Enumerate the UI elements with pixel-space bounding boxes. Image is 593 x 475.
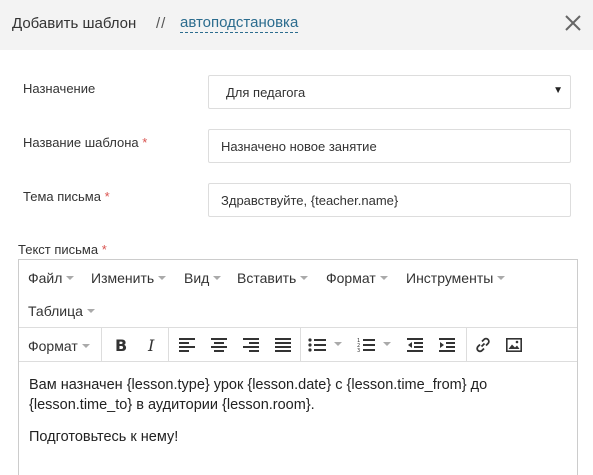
editor-menubar-row2: Таблица (19, 294, 577, 328)
image-icon (506, 338, 522, 352)
outdent-button[interactable] (402, 334, 428, 356)
content-paragraph: Вам назначен {lesson.type} урок {lesson.… (29, 377, 488, 413)
align-justify-button[interactable] (270, 334, 296, 356)
align-center-button[interactable] (206, 334, 232, 356)
autosubstitution-link[interactable]: автоподстановка (180, 14, 299, 33)
indent-icon (439, 338, 455, 352)
purpose-value: Для педагога (226, 84, 306, 100)
bold-icon: B (115, 337, 127, 353)
menu-tools[interactable]: Инструменты (406, 270, 506, 286)
toolbar-divider (300, 328, 301, 361)
close-icon[interactable] (562, 12, 584, 34)
italic-icon: I (147, 337, 155, 353)
editor-content[interactable]: Вам назначен {lesson.type} урок {lesson.… (19, 362, 577, 472)
svg-text:3: 3 (357, 348, 360, 352)
numbered-list-button[interactable]: 123 (353, 334, 395, 356)
svg-text:I: I (147, 337, 155, 353)
caret-down-icon (81, 344, 90, 349)
menu-insert[interactable]: Вставить (237, 270, 309, 286)
menu-format[interactable]: Формат (326, 270, 388, 286)
align-justify-icon (275, 338, 291, 352)
bullet-list-icon (308, 338, 326, 352)
toolbar-divider (466, 328, 467, 361)
format-dropdown[interactable]: Формат (28, 338, 90, 354)
outdent-icon (407, 338, 423, 352)
bold-button[interactable]: B (107, 334, 133, 356)
subject-label: Тема письма * (23, 189, 110, 204)
purpose-label: Назначение (23, 81, 96, 96)
required-mark: * (104, 189, 110, 204)
required-mark: * (142, 135, 148, 150)
numbered-list-icon: 123 (357, 338, 375, 352)
subject-value: Здравствуйте, {teacher.name} (221, 192, 399, 208)
required-mark: * (101, 242, 107, 257)
svg-text:B: B (115, 337, 127, 353)
content-paragraph: Подготовьтесь к нему! (29, 429, 179, 445)
caret-down-icon (379, 276, 388, 281)
align-left-button[interactable] (174, 334, 200, 356)
caret-down-icon (334, 342, 342, 346)
caret-down-icon (383, 342, 391, 346)
purpose-select[interactable]: Для педагога ▼ (208, 75, 571, 109)
body-label: Текст письма * (18, 242, 107, 257)
caret-down-icon (66, 276, 75, 281)
insert-link-button[interactable] (470, 334, 496, 356)
insert-image-button[interactable] (501, 334, 527, 356)
rich-text-editor: Файл Изменить Вид Вставить Формат Инстру… (18, 259, 578, 475)
editor-menubar: Файл Изменить Вид Вставить Формат Инстру… (19, 260, 577, 294)
subject-input[interactable]: Здравствуйте, {teacher.name} (208, 183, 571, 217)
bullet-list-button[interactable] (305, 334, 345, 356)
template-name-value: Назначено новое занятие (221, 138, 377, 154)
menu-edit[interactable]: Изменить (91, 270, 167, 286)
template-name-input[interactable]: Назначено новое занятие (208, 129, 571, 163)
breadcrumb-separator: // (156, 15, 167, 32)
toolbar-divider (168, 328, 169, 361)
caret-down-icon (158, 276, 167, 281)
link-icon (476, 337, 490, 353)
align-left-icon (179, 338, 195, 352)
modal-title: Добавить шаблон (12, 15, 137, 32)
menu-file[interactable]: Файл (28, 270, 75, 286)
align-center-icon (211, 338, 227, 352)
menu-table[interactable]: Таблица (28, 303, 95, 319)
toolbar-divider (101, 328, 102, 361)
template-name-label: Название шаблона * (23, 135, 148, 150)
indent-button[interactable] (434, 334, 460, 356)
italic-button[interactable]: I (139, 334, 165, 356)
dropdown-arrow-icon: ▼ (553, 85, 563, 96)
align-right-icon (243, 338, 259, 352)
menu-view[interactable]: Вид (184, 270, 222, 286)
modal-header: Добавить шаблон // автоподстановка (0, 0, 593, 50)
caret-down-icon (86, 309, 95, 314)
align-right-button[interactable] (238, 334, 264, 356)
caret-down-icon (497, 276, 506, 281)
caret-down-icon (213, 276, 222, 281)
editor-toolbar: Формат B I 123 (19, 328, 577, 362)
caret-down-icon (300, 276, 309, 281)
